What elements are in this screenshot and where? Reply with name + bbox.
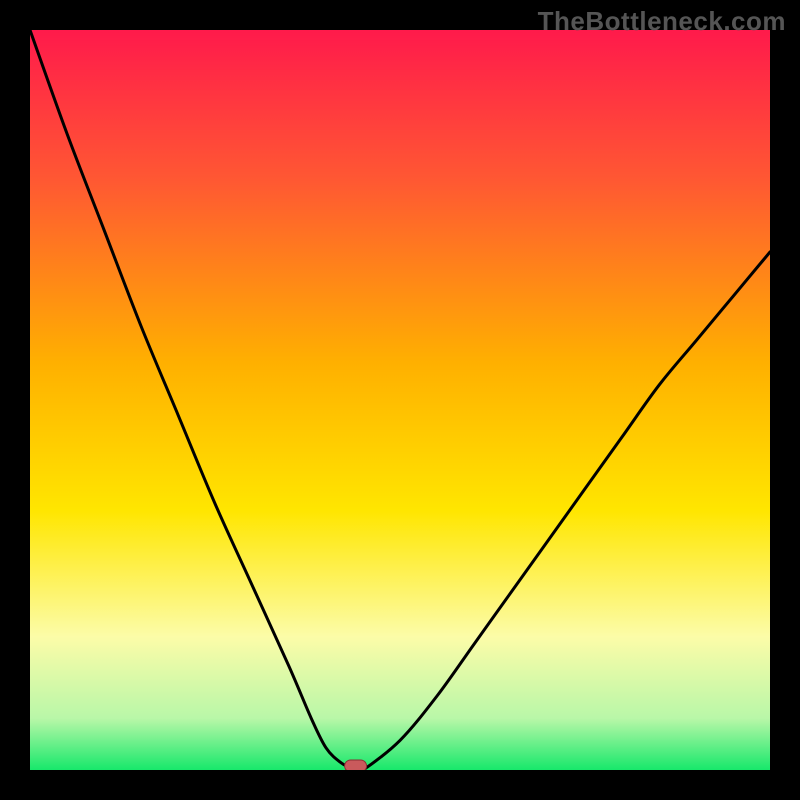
plot-area — [30, 30, 770, 770]
chart-frame: TheBottleneck.com — [0, 0, 800, 800]
chart-svg — [30, 30, 770, 770]
optimal-marker — [345, 760, 367, 770]
gradient-background — [30, 30, 770, 770]
watermark-text: TheBottleneck.com — [538, 6, 786, 37]
